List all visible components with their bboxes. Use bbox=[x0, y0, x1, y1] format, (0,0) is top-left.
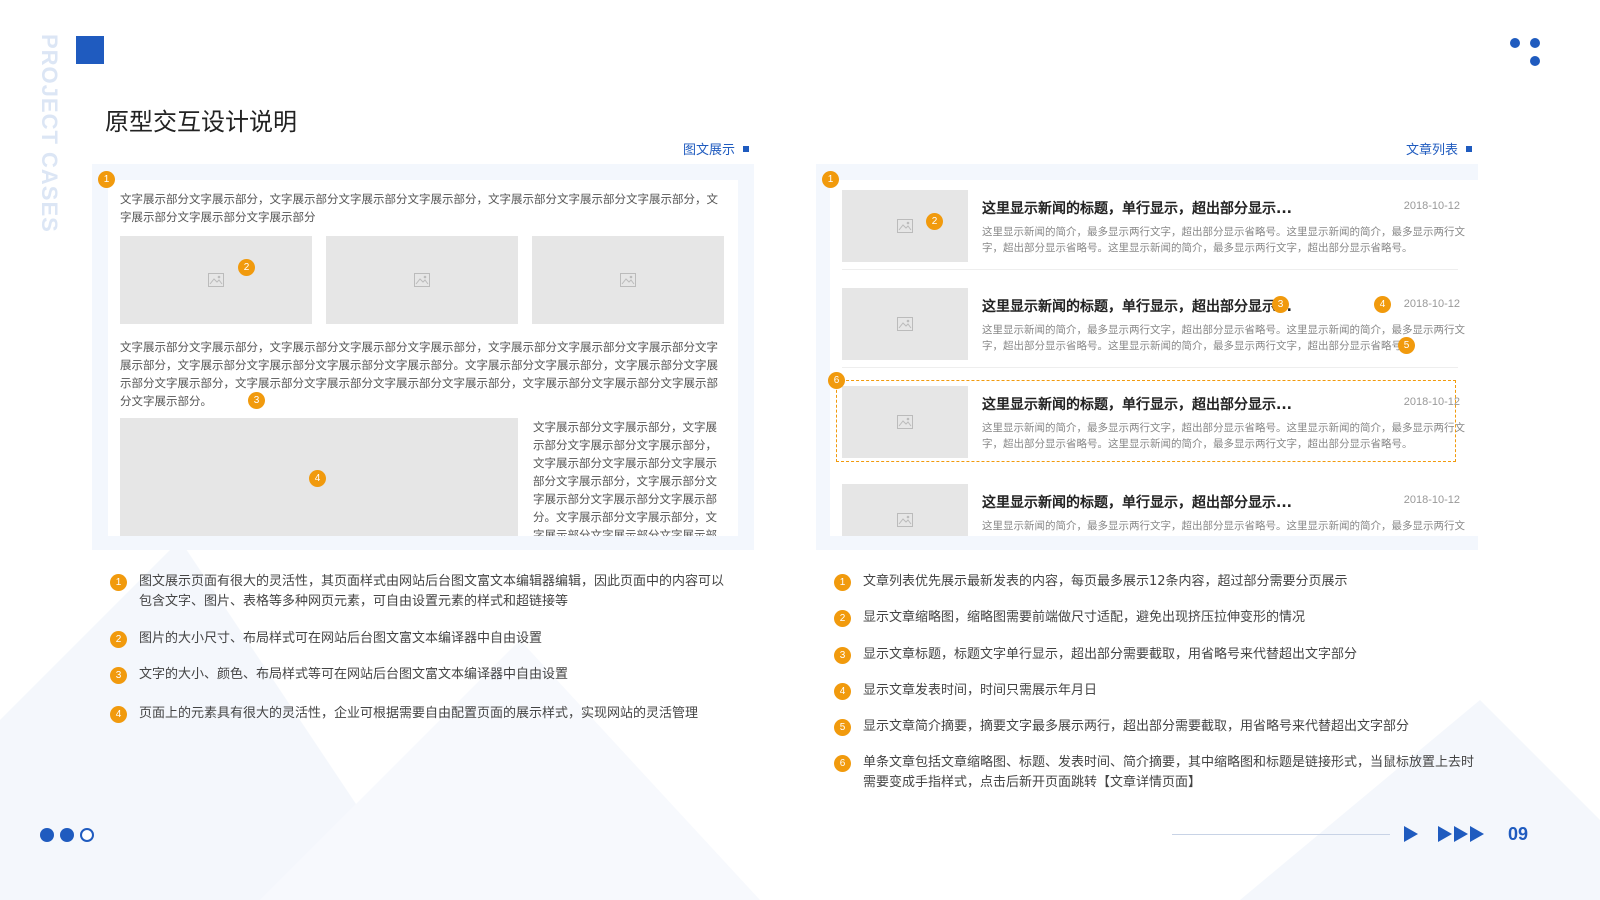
image-icon bbox=[414, 273, 430, 287]
image-placeholder-2 bbox=[326, 236, 518, 324]
arrow-single-icon bbox=[1404, 826, 1418, 842]
article-list-content: 这里显示新闻的标题，单行显示，超出部分显示... 2018-10-12 这里显示… bbox=[830, 180, 1478, 536]
image-icon bbox=[620, 273, 636, 287]
right-note-4: 4 显示文章发表时间，时间只需展示年月日 bbox=[834, 681, 1474, 701]
article-date: 2018-10-12 bbox=[1403, 494, 1460, 506]
dot-filled bbox=[60, 828, 74, 842]
arrow-triple-icon bbox=[1438, 826, 1484, 842]
right-note-3: 3 显示文章标题，标题文字单行显示，超出部分需要截取，用省略号来代替超出文字部分 bbox=[834, 645, 1474, 665]
annotation-badge-1: 1 bbox=[822, 171, 839, 188]
page-number: 09 bbox=[1507, 824, 1528, 844]
page-title: 原型交互设计说明 bbox=[105, 108, 297, 136]
article-date: 2018-10-12 bbox=[1403, 298, 1460, 310]
article-summary: 这里显示新闻的简介，最多显示两行文字，超出部分显示省略号。这里显示新闻的简介，最… bbox=[982, 520, 1465, 532]
right-note-2: 2 显示文章缩略图，缩略图需要前端做尺寸适配，避免出现挤压拉伸变形的情况 bbox=[834, 608, 1474, 628]
dot-filled bbox=[40, 828, 54, 842]
article-list-panel: 这里显示新闻的标题，单行显示，超出部分显示... 2018-10-12 这里显示… bbox=[816, 164, 1478, 550]
article-thumbnail[interactable] bbox=[842, 484, 968, 536]
right-note-5: 5 显示文章简介摘要，摘要文字最多展示两行，超出部分需要截取，用省略号来代替超出文… bbox=[834, 717, 1474, 737]
article-title[interactable]: 这里显示新闻的标题，单行显示，超出部分显示... bbox=[982, 198, 1292, 218]
annotation-badge-2: 2 bbox=[238, 259, 255, 276]
image-icon bbox=[897, 317, 913, 331]
image-placeholder-3 bbox=[532, 236, 724, 324]
text-block-2: 文字展示部分文字展示部分，文字展示部分文字展示部分文字展示部分，文字展示部分文字… bbox=[120, 340, 718, 408]
annotation-badge-1: 1 bbox=[98, 171, 115, 188]
article-title[interactable]: 这里显示新闻的标题，单行显示，超出部分显示... bbox=[982, 296, 1292, 316]
left-note-3: 3 文字的大小、颜色、布局样式等可在网站后台图文富文本编译器中自由设置 bbox=[110, 665, 730, 685]
annotation-badge-3: 3 bbox=[248, 392, 265, 409]
section-label-left: 图文展示 bbox=[683, 139, 750, 158]
corner-dots bbox=[1510, 38, 1550, 78]
annotation-badge-4: 4 bbox=[1374, 296, 1391, 313]
right-note-6: 6 单条文章包括文章缩略图、标题、发表时间、简介摘要，其中缩略图和标题是链接形式，… bbox=[834, 753, 1474, 793]
image-placeholder-1 bbox=[120, 236, 312, 324]
section-label-right: 文章列表 bbox=[1406, 139, 1473, 158]
article-item[interactable]: 这里显示新闻的标题，单行显示，超出部分显示... 2018-10-12 这里显示… bbox=[830, 278, 1470, 368]
annotation-badge-3: 3 bbox=[1272, 296, 1289, 313]
article-summary: 这里显示新闻的简介，最多显示两行文字，超出部分显示省略号。这里显示新闻的简介，最… bbox=[982, 226, 1465, 254]
dot-hollow bbox=[80, 828, 94, 842]
image-icon bbox=[897, 513, 913, 527]
text-block-3: 文字展示部分文字展示部分，文字展示部分文字展示部分文字展示部分，文字展示部分文字… bbox=[533, 420, 717, 536]
annotation-badge-6: 6 bbox=[828, 372, 845, 389]
article-summary: 这里显示新闻的简介，最多显示两行文字，超出部分显示省略号。这里显示新闻的简介，最… bbox=[982, 324, 1465, 352]
article-thumbnail[interactable] bbox=[842, 288, 968, 360]
right-note-1: 1 文章列表优先展示最新发表的内容，每页最多展示12条内容，超过部分需要分页展示 bbox=[834, 572, 1474, 592]
annotation-badge-4: 4 bbox=[309, 470, 326, 487]
vertical-brand-text: PROJECT CASES bbox=[37, 34, 62, 233]
footer-line bbox=[1172, 834, 1390, 835]
image-icon bbox=[208, 273, 224, 287]
article-date: 2018-10-12 bbox=[1403, 200, 1460, 212]
image-text-panel: 文字展示部分文字展示部分，文字展示部分文字展示部分文字展示部分，文字展示部分文字… bbox=[92, 164, 754, 550]
image-text-content: 文字展示部分文字展示部分，文字展示部分文字展示部分文字展示部分，文字展示部分文字… bbox=[108, 180, 738, 536]
annotation-badge-5: 5 bbox=[1398, 337, 1415, 354]
pagination-dots bbox=[40, 828, 94, 842]
annotation-badge-2: 2 bbox=[926, 213, 943, 230]
image-icon bbox=[897, 219, 913, 233]
article-item[interactable]: 这里显示新闻的标题，单行显示，超出部分显示... 2018-10-12 这里显示… bbox=[830, 474, 1470, 536]
article-thumbnail[interactable] bbox=[842, 190, 968, 262]
text-block-1: 文字展示部分文字展示部分，文字展示部分文字展示部分文字展示部分，文字展示部分文字… bbox=[120, 192, 718, 224]
article-title[interactable]: 这里显示新闻的标题，单行显示，超出部分显示... bbox=[982, 492, 1292, 512]
brand-square bbox=[76, 36, 104, 64]
left-note-2: 2 图片的大小尺寸、布局样式可在网站后台图文富文本编译器中自由设置 bbox=[110, 629, 730, 649]
article-highlight-box bbox=[836, 380, 1456, 462]
left-note-4: 4 页面上的元素具有很大的灵活性，企业可根据需要自由配置页面的展示样式，实现网站的… bbox=[110, 704, 730, 724]
left-note-1: 1 图文展示页面有很大的灵活性，其页面样式由网站后台图文富文本编辑器编辑，因此页面… bbox=[110, 572, 730, 612]
